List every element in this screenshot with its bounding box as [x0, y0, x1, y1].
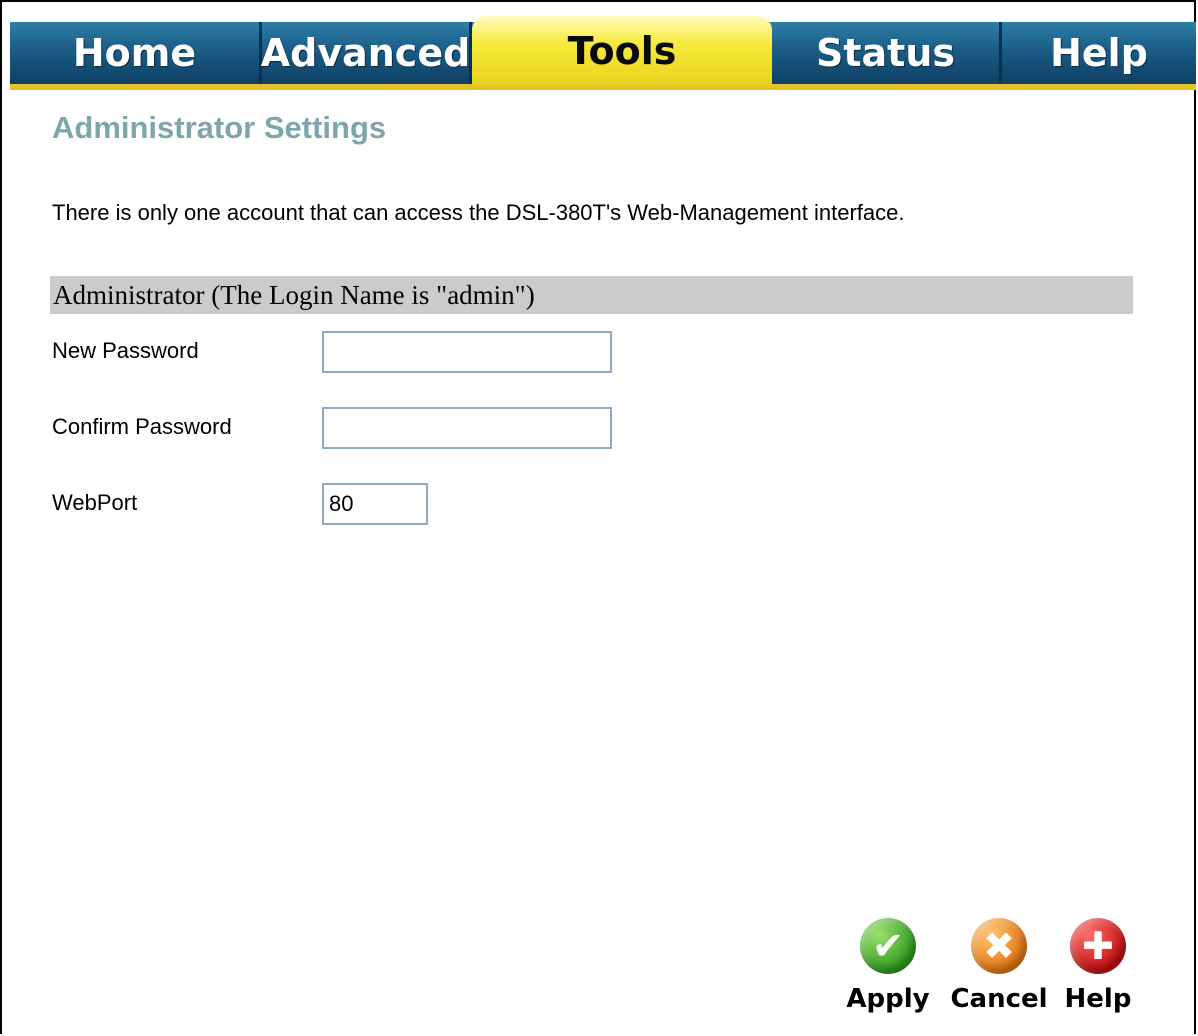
tab-home[interactable]: Home — [10, 22, 262, 84]
page-title: Administrator Settings — [52, 110, 387, 145]
help-button[interactable]: ✚ Help — [1053, 918, 1143, 1023]
web-port-label: WebPort — [52, 490, 138, 515]
web-port-input[interactable] — [322, 483, 428, 525]
cancel-button[interactable]: ✖ Cancel — [950, 918, 1048, 1023]
confirm-password-input[interactable] — [322, 407, 612, 449]
tab-status[interactable]: Status — [772, 22, 1002, 84]
x-icon: ✖ — [971, 918, 1027, 974]
tab-advanced[interactable]: Advanced — [261, 22, 472, 84]
apply-button-label: Apply — [846, 984, 930, 1014]
tab-tools[interactable]: Tools — [472, 16, 772, 86]
administrator-section-header: Administrator (The Login Name is "admin"… — [50, 276, 1133, 314]
main-navigation-tabs: Home Advanced Tools Status Help — [10, 12, 1196, 90]
check-icon: ✔ — [860, 918, 916, 974]
tab-help[interactable]: Help — [1002, 22, 1196, 84]
intro-text: There is only one account that can acces… — [52, 200, 905, 225]
page-frame — [0, 0, 1196, 1034]
confirm-password-label: Confirm Password — [52, 414, 232, 439]
help-button-label: Help — [1064, 984, 1132, 1014]
new-password-input[interactable] — [322, 331, 612, 373]
new-password-label: New Password — [52, 338, 199, 363]
apply-button[interactable]: ✔ Apply — [843, 918, 933, 1023]
plus-icon: ✚ — [1070, 918, 1126, 974]
cancel-button-label: Cancel — [950, 984, 1048, 1014]
